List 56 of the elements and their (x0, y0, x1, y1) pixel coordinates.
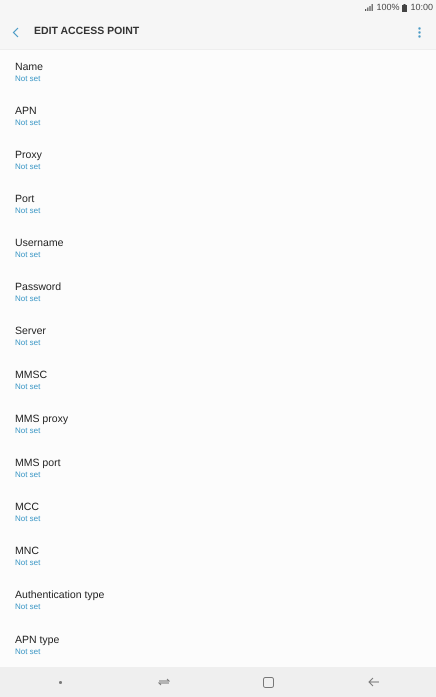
more-icon (418, 26, 420, 38)
battery-icon (402, 4, 408, 12)
setting-label: Server (15, 325, 47, 338)
setting-item[interactable]: MCC Not set (0, 490, 436, 535)
setting-value: Not set (15, 426, 42, 436)
setting-value: Not set (15, 74, 42, 84)
battery-percent: 100% (376, 0, 400, 14)
setting-value: Not set (15, 338, 42, 348)
setting-value: Not set (15, 602, 42, 612)
setting-item[interactable]: Proxy Not set (0, 138, 436, 182)
setting-value: Not set (15, 646, 42, 657)
setting-item[interactable]: Server Not set (0, 314, 436, 359)
setting-label: MMS port (15, 457, 62, 470)
more-options-button[interactable] (416, 25, 422, 39)
back-nav-button[interactable] (366, 675, 380, 689)
setting-label: Proxy (15, 148, 43, 162)
setting-item[interactable]: MMSC Not set (0, 358, 436, 403)
signal-icon (365, 4, 374, 11)
setting-item[interactable]: MMS port Not set (0, 446, 436, 491)
setting-item[interactable]: Authentication type Not set (0, 578, 436, 624)
back-button[interactable] (12, 25, 20, 39)
setting-item[interactable]: APN Not set (0, 94, 436, 138)
setting-label: Username (15, 236, 64, 250)
home-button[interactable] (262, 675, 276, 689)
setting-value: Not set (15, 162, 42, 172)
setting-label: Port (15, 192, 36, 206)
setting-value: Not set (15, 250, 42, 260)
page-title: EDIT ACCESS POINT (34, 24, 140, 40)
setting-label: APN (15, 104, 38, 118)
setting-value: Not set (15, 294, 42, 304)
setting-label: Password (15, 280, 62, 294)
setting-label: MMS proxy (15, 413, 70, 426)
setting-value: Not set (15, 382, 42, 392)
setting-label: MMSC (15, 369, 48, 382)
setting-item[interactable]: MNC Not set (0, 534, 436, 579)
setting-value: Not set (15, 118, 42, 128)
back-arrow-icon (368, 677, 380, 687)
setting-value: Not set (15, 206, 42, 216)
setting-value: Not set (15, 514, 42, 524)
recents-icon (158, 677, 170, 687)
setting-item[interactable]: Port Not set (0, 182, 436, 226)
setting-label: Name (15, 60, 44, 74)
clock: 10:00 (410, 0, 433, 14)
setting-label: MNC (15, 545, 40, 558)
setting-item[interactable]: APN type Not set (0, 623, 436, 668)
setting-item[interactable]: Password Not set (0, 270, 436, 314)
setting-item[interactable]: MMS proxy Not set (0, 402, 436, 447)
setting-label: Authentication type (15, 589, 106, 602)
setting-value: Not set (15, 558, 42, 568)
setting-label: APN type (15, 634, 60, 647)
setting-item[interactable]: Name Not set (0, 50, 436, 94)
back-icon (12, 26, 19, 38)
setting-label: MCC (15, 501, 40, 514)
home-icon (263, 676, 274, 688)
setting-value: Not set (15, 470, 42, 480)
setting-item[interactable]: Username Not set (0, 226, 436, 270)
